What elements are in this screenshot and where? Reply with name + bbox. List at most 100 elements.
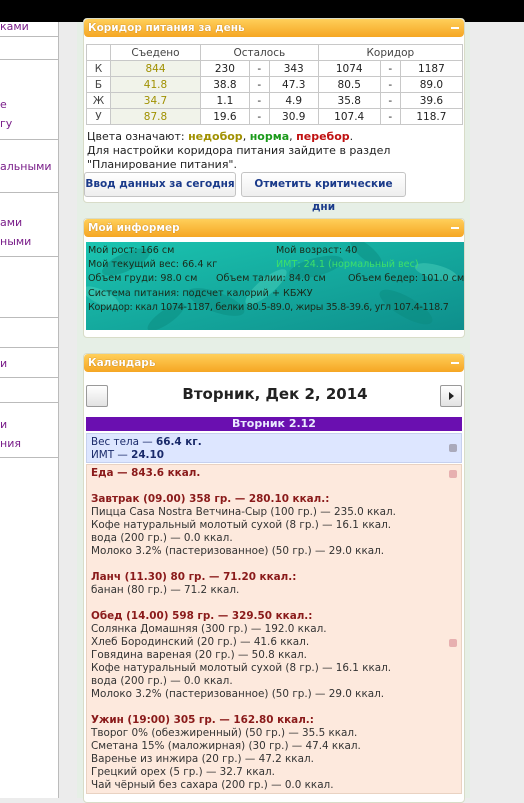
dash-cell: - [379,92,401,109]
corridor-panel-header: Коридор питания за день [84,19,464,37]
body-measurements[interactable]: Вес тела — 66.4 кг. ИМТ — 24.10 [86,433,462,463]
informer-card: Мой рост: 166 см Мой возраст: 40 Мой тек… [86,242,464,330]
informer-chest: Объем груди: 98.0 см [88,273,198,284]
informer-hips: Объем бедер: 101.0 см [348,273,464,284]
eaten-cell: 41.8 [110,76,201,93]
corr-max-cell: 1187 [399,60,464,77]
weight-label: Вес тела — [91,436,156,448]
sidebar: ками е гу альными ами ными и и ния [0,22,59,798]
next-day-button[interactable] [440,385,462,407]
minimize-icon[interactable] [451,27,459,29]
table-row: Ж 34.7 1.1 - 4.9 35.8 - 39.6 [86,92,464,109]
divider [0,256,58,257]
informer-panel-header: Мой информер [84,219,464,237]
left-min-cell: 230 [200,60,250,77]
row-label: К [86,60,111,77]
dash-cell: - [248,60,270,77]
informer-bmi: ИМТ: 24.1 (нормальный вес) [276,259,419,270]
divider [0,347,58,348]
corr-min-cell: 80.5 [317,76,381,93]
sidebar-link[interactable]: и [0,357,7,370]
left-max-cell: 47.3 [268,76,319,93]
dash-cell: - [248,108,270,125]
next-arrow-icon [449,392,454,400]
food-item: банан (80 гр.) — 71.2 ккал. [91,584,240,596]
table-header-empty [86,44,111,61]
corr-max-cell: 118.7 [399,108,464,125]
divider [0,457,58,458]
color-legend: Цвета означают: недобор, норма, перебор. [87,130,354,143]
table-row: К 844 230 - 343 1074 - 1187 [86,60,464,77]
dash-cell: - [379,76,401,93]
legend-over: перебор [296,130,350,143]
food-item: Чай чёрный без сахара (200 гр.) — 0.0 кк… [91,779,334,791]
meal-header: Завтрак (09.00) 358 гр. — 280.10 ккал.: [91,493,330,505]
dash-cell: - [248,92,270,109]
food-item: Говядина вареная (20 гр.) — 50.8 ккал. [91,649,307,661]
food-item: Пицца Casa Nostra Ветчина-Сыр (100 гр.) … [91,506,396,518]
divider [0,402,58,403]
minimize-icon[interactable] [451,362,459,364]
corridor-table: Съедено Осталось Коридор К 844 230 - 343… [86,44,464,125]
informer-waist: Объем талии: 84.0 см [216,273,326,284]
eaten-cell: 87.8 [110,108,201,125]
bmi-value: 24.10 [131,449,164,461]
sidebar-link[interactable]: е [0,98,7,111]
table-header: Осталось [200,44,319,61]
meal-header: Ланч (11.30) 80 гр. — 71.20 ккал.: [91,571,297,583]
planning-note-link[interactable]: "Планирование питания". [87,158,237,172]
sidebar-link[interactable]: ния [0,437,21,450]
dash-cell: - [379,60,401,77]
table-row: Б 41.8 38.8 - 47.3 80.5 - 89.0 [86,76,464,93]
food-item: Сметана 15% (маложирная) (30 гр.) — 47.4… [91,740,361,752]
informer-system: Система питания: подсчет калорий + КБЖУ [88,288,313,299]
food-item: Хлеб Бородинский (20 гр.) — 41.6 ккал. [91,636,310,648]
mark-critical-days-button[interactable]: Отметить критические дни [241,172,406,213]
left-min-cell: 38.8 [200,76,250,93]
food-diary[interactable]: Еда — 843.6 ккал. Завтрак (09.00) 358 гр… [86,464,462,794]
corr-min-cell: 1074 [317,60,381,77]
food-item: Солянка Домашняя (300 гр.) — 192.0 ккал. [91,623,327,635]
sidebar-link[interactable]: альными [0,160,52,173]
food-value: 843.6 ккал. [131,467,201,479]
edit-icon[interactable] [449,470,457,478]
sidebar-link[interactable]: ками [0,22,29,33]
sidebar-link[interactable]: гу [0,117,12,130]
weight-value: 66.4 кг. [156,436,202,448]
corridor-title: Коридор питания за день [88,22,245,34]
left-max-cell: 30.9 [268,108,319,125]
informer-weight: Мой текущий вес: 66.4 кг [88,259,218,270]
food-item: Молоко 3.2% (пастеризованное) (50 гр.) —… [91,545,385,557]
edit-icon[interactable] [449,444,457,452]
informer-corridor: Коридор: ккал 1074-1187, белки 80.5-89.0… [88,302,449,313]
informer-age: Мой возраст: 40 [276,245,358,256]
food-item: Кофе натуральный молотый сухой (8 гр.) —… [91,519,392,531]
corr-max-cell: 89.0 [399,76,464,93]
legend-prefix: Цвета означают: [87,130,185,143]
sidebar-link[interactable]: ными [0,235,31,248]
minimize-icon[interactable] [451,227,459,229]
corridor-panel: Коридор питания за день Съедено Осталось… [83,18,465,213]
left-max-cell: 343 [268,60,319,77]
bmi-label: ИМТ — [91,449,132,461]
divider [0,59,58,60]
food-item: Кофе натуральный молотый сухой (8 гр.) —… [91,662,392,674]
divider [0,192,58,193]
enter-today-button[interactable]: Ввод данных за сегодня [84,172,236,197]
left-min-cell: 1.1 [200,92,250,109]
day-header[interactable]: Вторник 2.12 [86,417,462,431]
legend-under: недобор [188,130,243,143]
sidebar-link[interactable]: ами [0,216,22,229]
divider [0,36,58,37]
informer-title: Мой информер [88,222,180,234]
meal-header: Ужин (19:00) 305 гр. — 162.80 ккал.: [91,714,314,726]
calendar-title: Календарь [88,357,156,369]
edit-icon[interactable] [449,639,457,647]
divider [0,139,58,140]
eaten-cell: 844 [110,60,201,77]
food-item: Молоко 3.2% (пастеризованное) (50 гр.) —… [91,688,385,700]
food-item: Грецкий орех (5 гр.) — 32.7 ккал. [91,766,275,778]
left-min-cell: 19.6 [200,108,250,125]
corr-max-cell: 39.6 [399,92,464,109]
sidebar-link[interactable]: и [0,418,7,431]
